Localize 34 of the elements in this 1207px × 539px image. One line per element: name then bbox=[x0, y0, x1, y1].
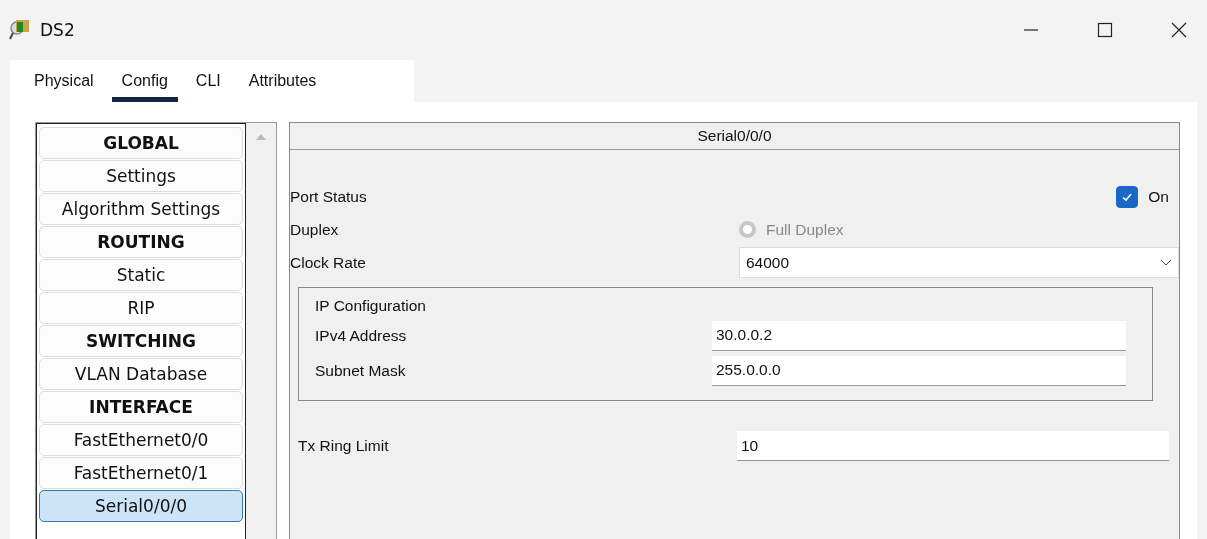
sidebar-item[interactable]: VLAN Database bbox=[39, 358, 243, 390]
maximize-icon[interactable] bbox=[1097, 22, 1113, 38]
sidebar-item[interactable]: RIP bbox=[39, 292, 243, 324]
tab[interactable]: Attributes bbox=[238, 60, 327, 102]
group-title: IP Configuration bbox=[315, 296, 427, 316]
section-header[interactable]: SWITCHING bbox=[39, 325, 243, 357]
section-header[interactable]: GLOBAL bbox=[39, 127, 243, 159]
panel-title: Serial0/0/0 bbox=[290, 123, 1179, 150]
checkbox[interactable] bbox=[1116, 185, 1139, 208]
sidebar-item[interactable]: Static bbox=[39, 259, 243, 291]
close-icon[interactable] bbox=[1171, 22, 1187, 38]
sidebar-item[interactable]: Serial0/0/0 bbox=[39, 490, 243, 522]
tab[interactable]: Physical bbox=[24, 60, 104, 102]
section-header[interactable]: INTERFACE bbox=[39, 391, 243, 423]
checkbox-label: On bbox=[1148, 187, 1169, 206]
chevron-down-icon bbox=[1160, 258, 1172, 267]
input-field[interactable]: 10 bbox=[737, 431, 1169, 461]
clock-rate-dropdown[interactable]: 64000 bbox=[739, 247, 1179, 278]
section-header[interactable]: ROUTING bbox=[39, 226, 243, 258]
field-label: Duplex bbox=[290, 220, 339, 239]
input-field[interactable]: 255.0.0.0 bbox=[712, 355, 1126, 386]
sidebar-item[interactable]: Algorithm Settings bbox=[39, 193, 243, 225]
input-field[interactable]: 30.0.0.2 bbox=[712, 320, 1126, 351]
sidebar-item[interactable]: FastEthernet0/0 bbox=[39, 424, 243, 456]
field-label: Port Status bbox=[290, 187, 367, 206]
tab[interactable]: CLI bbox=[185, 60, 231, 102]
window-title: DS2 bbox=[40, 20, 75, 40]
radio-label: Full Duplex bbox=[766, 220, 844, 239]
sidebar-item[interactable]: FastEthernet0/1 bbox=[39, 457, 243, 489]
field-label: Tx Ring Limit bbox=[298, 437, 389, 455]
field-label: IPv4 Address bbox=[315, 326, 407, 345]
field-label: Subnet Mask bbox=[315, 361, 406, 380]
sidebar-item[interactable]: Settings bbox=[39, 160, 243, 192]
field-label: Clock Rate bbox=[290, 253, 366, 272]
